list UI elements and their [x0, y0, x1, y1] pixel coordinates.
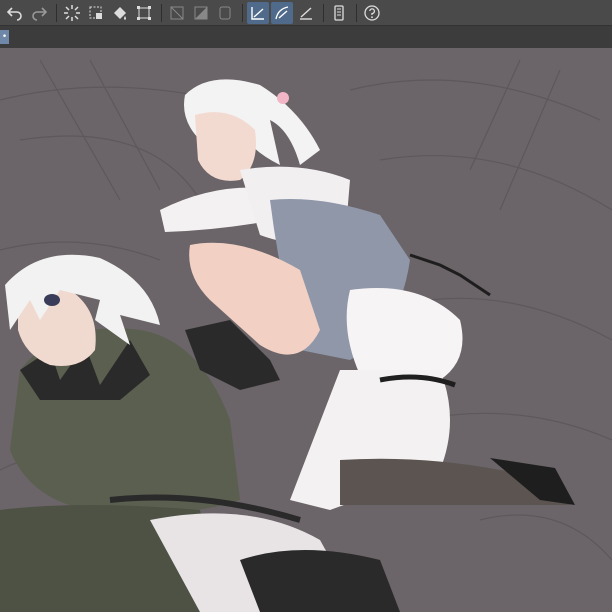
toolbar-divider	[242, 3, 243, 22]
clear-selection-button[interactable]	[166, 2, 188, 24]
fill-button[interactable]	[109, 2, 131, 24]
fill-icon	[114, 6, 126, 20]
loading-button[interactable]	[61, 2, 83, 24]
device-icon	[334, 4, 344, 21]
help-button[interactable]	[361, 2, 383, 24]
toolbar-divider	[56, 3, 57, 22]
drawing-canvas[interactable]	[0, 48, 612, 612]
invert-selection-button[interactable]	[190, 2, 212, 24]
help-icon	[364, 4, 380, 21]
crop-button[interactable]	[85, 2, 107, 24]
loading-icon	[64, 4, 80, 21]
curve-snap-icon	[275, 5, 289, 19]
toolbar-divider	[323, 3, 324, 22]
transform-button[interactable]	[133, 2, 155, 24]
ruler-snap-button[interactable]	[247, 1, 269, 24]
perspective-snap-button[interactable]	[295, 2, 317, 24]
device-button[interactable]	[328, 2, 350, 24]
transform-icon	[137, 5, 151, 20]
undo-button[interactable]	[4, 2, 26, 24]
curve-snap-button[interactable]	[271, 1, 293, 24]
perspective-snap-icon	[300, 6, 312, 20]
canvas-frame-icon	[219, 6, 231, 19]
canvas-frame-button[interactable]	[214, 2, 236, 24]
clear-selection-icon	[170, 6, 184, 19]
crop-icon	[89, 6, 102, 19]
canvas-tab-bar: •	[0, 26, 612, 48]
top-toolbar	[0, 0, 612, 26]
artwork	[0, 59, 612, 612]
ruler-snap-icon	[251, 6, 264, 20]
undo-icon	[6, 6, 22, 21]
toolbar-divider	[161, 3, 162, 22]
toolbar-divider	[356, 3, 357, 22]
invert-selection-icon	[194, 6, 208, 19]
redo-icon	[32, 6, 48, 21]
canvas-tab-marker[interactable]: •	[0, 30, 9, 44]
redo-button[interactable]	[28, 2, 50, 24]
